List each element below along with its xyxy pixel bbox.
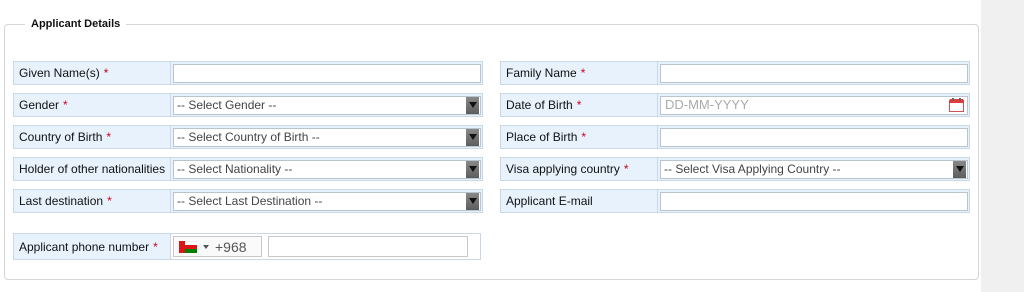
required-marker: * xyxy=(106,130,112,144)
row-family-name: Family Name * xyxy=(500,61,970,85)
page-gutter xyxy=(981,0,1024,292)
required-marker: * xyxy=(107,194,112,208)
date-of-birth-label: Date of Birth xyxy=(506,98,573,112)
place-of-birth-label: Place of Birth xyxy=(506,130,578,144)
nationality-select[interactable]: -- Select Nationality -- xyxy=(173,159,481,179)
caret-down-icon xyxy=(203,244,209,249)
last-destination-selected: -- Select Last Destination -- xyxy=(177,194,323,208)
place-of-birth-input[interactable] xyxy=(660,127,968,147)
last-destination-label: Last destination xyxy=(19,194,104,208)
row-visa-country: Visa applying country * -- Select Visa Ap… xyxy=(500,157,970,181)
email-input[interactable] xyxy=(660,191,968,211)
gender-label: Gender xyxy=(19,98,60,112)
required-marker: * xyxy=(581,130,587,144)
dropdown-arrow-icon[interactable] xyxy=(466,128,479,146)
required-marker: * xyxy=(580,66,586,80)
phone-label: Applicant phone number xyxy=(19,239,150,254)
last-destination-select[interactable]: -- Select Last Destination -- xyxy=(173,191,481,211)
row-country-of-birth: Country of Birth * -- Select Country of B… xyxy=(13,125,483,149)
given-name-label: Given Name(s) xyxy=(19,66,100,80)
family-name-input[interactable] xyxy=(660,63,968,83)
oman-flag-icon xyxy=(179,240,197,253)
gender-selected: -- Select Gender -- xyxy=(177,98,277,112)
other-nationalities-label: Holder of other nationalities xyxy=(19,162,166,176)
required-marker: * xyxy=(103,66,109,80)
visa-country-selected: -- Select Visa Applying Country -- xyxy=(664,162,841,176)
required-marker: * xyxy=(63,98,68,112)
nationality-selected: -- Select Nationality -- xyxy=(177,162,293,176)
date-of-birth-input[interactable] xyxy=(661,96,949,114)
visa-country-select[interactable]: -- Select Visa Applying Country -- xyxy=(660,159,968,179)
required-marker: * xyxy=(153,239,158,254)
row-given-name: Given Name(s) * xyxy=(13,61,483,85)
section-legend: Applicant Details xyxy=(31,18,121,30)
dial-code: +968 xyxy=(215,238,247,255)
phone-number-input[interactable] xyxy=(268,236,468,257)
country-of-birth-select[interactable]: -- Select Country of Birth -- xyxy=(173,127,481,147)
dropdown-arrow-icon[interactable] xyxy=(953,160,966,178)
gender-select[interactable]: -- Select Gender -- xyxy=(173,95,481,115)
country-of-birth-label: Country of Birth xyxy=(19,130,103,144)
date-of-birth-field xyxy=(660,95,968,115)
dropdown-arrow-icon[interactable] xyxy=(466,96,479,114)
row-phone: Applicant phone number * +968 xyxy=(13,233,481,260)
row-last-destination: Last destination * -- Select Last Destina… xyxy=(13,189,483,213)
visa-country-label: Visa applying country xyxy=(506,162,620,176)
dropdown-arrow-icon[interactable] xyxy=(466,160,479,178)
row-gender: Gender * -- Select Gender -- xyxy=(13,93,483,117)
country-of-birth-selected: -- Select Country of Birth -- xyxy=(177,130,320,144)
row-email: Applicant E-mail xyxy=(500,189,970,213)
row-date-of-birth: Date of Birth * xyxy=(500,93,970,117)
required-marker: * xyxy=(623,162,629,176)
phone-country-select[interactable]: +968 xyxy=(173,236,262,257)
given-name-input[interactable] xyxy=(173,63,481,83)
row-other-nationalities: Holder of other nationalities -- Select … xyxy=(13,157,483,181)
family-name-label: Family Name xyxy=(506,66,577,80)
row-place-of-birth: Place of Birth * xyxy=(500,125,970,149)
dropdown-arrow-icon[interactable] xyxy=(466,192,479,210)
email-label: Applicant E-mail xyxy=(506,194,593,208)
required-marker: * xyxy=(576,98,582,112)
calendar-icon[interactable] xyxy=(949,98,964,112)
